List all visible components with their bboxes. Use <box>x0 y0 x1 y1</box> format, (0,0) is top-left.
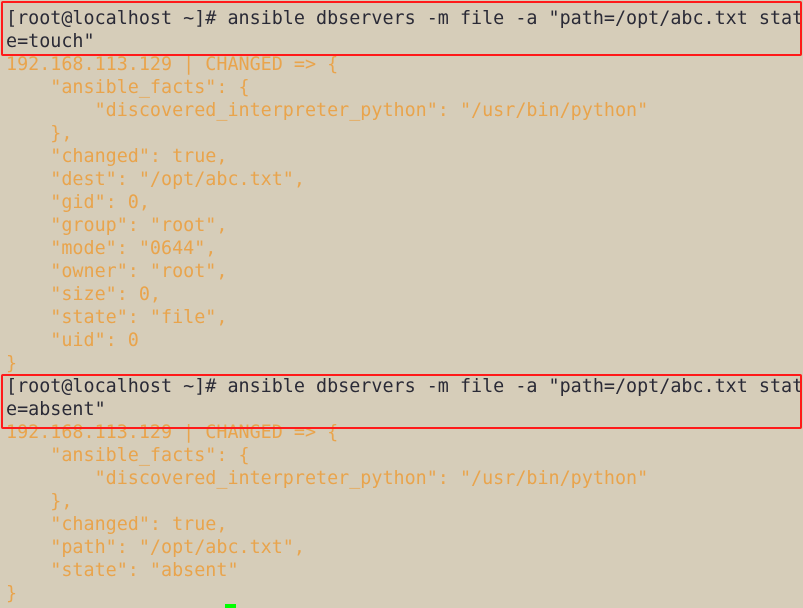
output-line: "group": "root", <box>6 215 228 236</box>
output-line: "path": "/opt/abc.txt", <box>6 537 305 558</box>
output-line: "dest": "/opt/abc.txt", <box>6 169 305 190</box>
output-line: "owner": "root", <box>6 261 228 282</box>
output-line: "state": "file", <box>6 307 228 328</box>
terminal-cursor <box>225 604 236 608</box>
highlight-box-touch-command <box>1 1 802 56</box>
terminal-output[interactable]: [root@localhost ~]# ansible dbservers -m… <box>6 7 803 605</box>
output-line: "mode": "0644", <box>6 238 217 259</box>
output-line: "discovered_interpreter_python": "/usr/b… <box>6 468 649 489</box>
highlight-box-absent-command <box>1 374 802 429</box>
output-line: "changed": true, <box>6 146 228 167</box>
output-line: "discovered_interpreter_python": "/usr/b… <box>6 100 649 121</box>
output-line: 192.168.113.129 | CHANGED => { <box>6 54 339 75</box>
output-line: "ansible_facts": { <box>6 77 250 98</box>
output-line: }, <box>6 123 73 144</box>
output-line: } <box>6 353 18 374</box>
output-line: "ansible_facts": { <box>6 445 250 466</box>
output-line: } <box>6 583 18 604</box>
output-line: "uid": 0 <box>6 330 139 351</box>
output-line: "changed": true, <box>6 514 228 535</box>
output-line: }, <box>6 491 73 512</box>
output-line: "gid": 0, <box>6 192 150 213</box>
output-line: "state": "absent" <box>6 560 239 581</box>
output-line: "size": 0, <box>6 284 162 305</box>
